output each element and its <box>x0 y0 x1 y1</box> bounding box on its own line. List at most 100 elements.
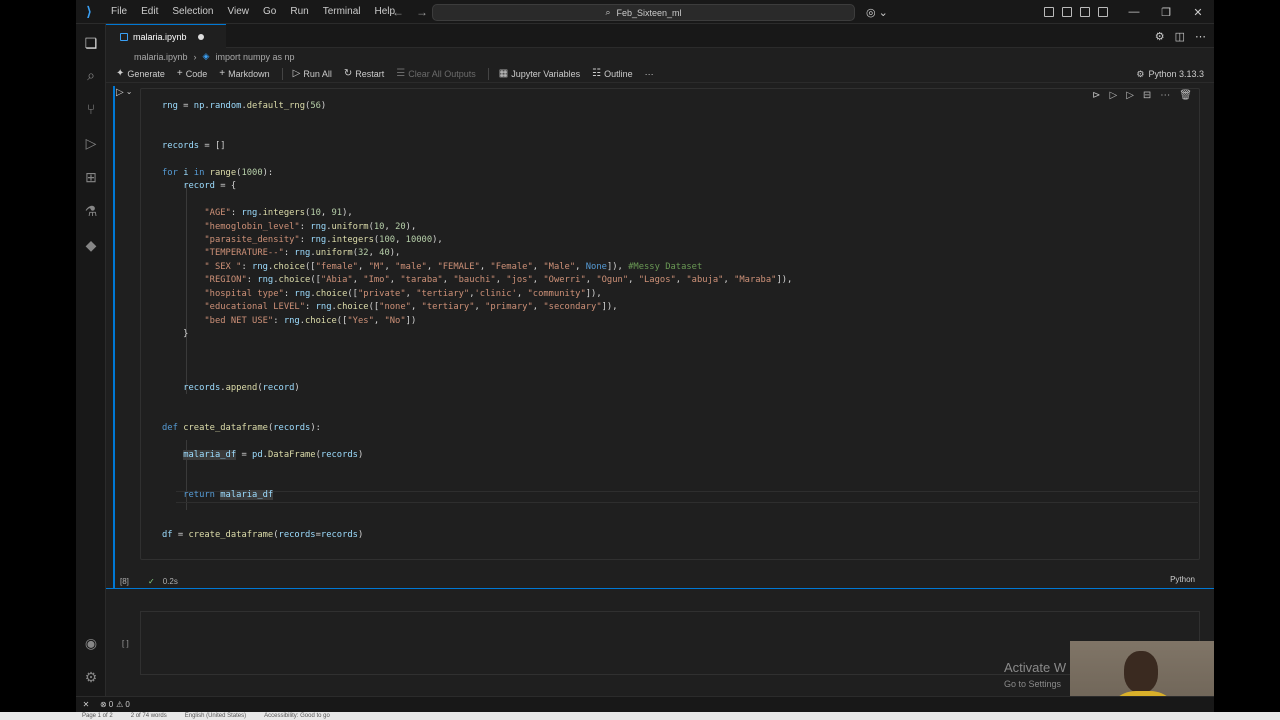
activity-bar: ❏ ⌕ ⑂ ▷ ⊞ ⚗ ◆ ◉ ⚙ <box>76 24 106 696</box>
remote-icon[interactable]: ✕ <box>76 700 96 709</box>
toolbar-divider <box>487 67 489 80</box>
toggle-secondary-sidebar-icon[interactable] <box>1080 7 1090 17</box>
delete-cell-icon[interactable]: 🗑 <box>1179 90 1192 101</box>
close-icon[interactable]: ✕ <box>1182 6 1214 19</box>
restart-label: Restart <box>355 68 385 79</box>
toggle-panel-icon[interactable] <box>1062 7 1072 17</box>
language-indicator: English (United States) <box>184 713 247 719</box>
run-debug-icon[interactable]: ▷ <box>82 134 100 152</box>
cell-language[interactable]: Python <box>1170 575 1195 584</box>
restore-icon[interactable]: ❐ <box>1150 6 1182 19</box>
kernel-picker[interactable]: ⚙ Python 3.13.3 <box>1136 65 1204 83</box>
tab-label: malaria.ipynb <box>133 31 187 42</box>
accessibility-status: Accessibility: Good to go <box>264 713 330 719</box>
customize-layout-icon[interactable] <box>1098 7 1108 17</box>
source-control-icon[interactable]: ⑂ <box>82 100 100 118</box>
unsaved-dot-icon[interactable] <box>197 33 204 40</box>
restart-kernel-button[interactable]: ↻ Restart <box>344 68 384 79</box>
search-sidebar-icon[interactable]: ⌕ <box>82 66 100 84</box>
presenter-head <box>1124 651 1158 693</box>
gear-icon[interactable]: ⚙ <box>1155 30 1165 43</box>
menu-view[interactable]: View <box>221 0 257 24</box>
split-cell-icon[interactable]: ⊟ <box>1143 90 1151 101</box>
add-markdown-cell-button[interactable]: + Markdown <box>219 68 269 79</box>
menu-file[interactable]: File <box>104 0 134 24</box>
title-bar: ⟩ File Edit Selection View Go Run Termin… <box>76 0 1214 24</box>
watermark-title: Activate W <box>1004 660 1067 675</box>
python-icon[interactable]: ◆ <box>82 236 100 254</box>
run-by-line-icon[interactable]: ⊳ <box>1092 90 1100 101</box>
outline-label: Outline <box>604 68 633 79</box>
run-all-icon: ▷ <box>292 68 301 79</box>
plus-icon: + <box>219 68 226 79</box>
cell-bottom-border <box>106 588 1214 589</box>
chevron-down-icon[interactable]: ⌄ <box>126 87 133 98</box>
execution-count: [ ] <box>122 639 129 648</box>
breadcrumb: malaria.ipynb › ◈ import numpy as np <box>106 48 1214 65</box>
restart-icon: ↻ <box>343 68 353 79</box>
clear-outputs-button[interactable]: ☰ Clear All Outputs <box>396 68 476 79</box>
kernel-label: Python 3.13.3 <box>1148 69 1204 79</box>
testing-icon[interactable]: ⚗ <box>82 202 100 220</box>
cell-toolbar: ⊳ ▷ ▷ ⊟ ⋯ 🗑 <box>1092 90 1192 101</box>
more-actions-icon[interactable]: ⋯ <box>1195 30 1206 43</box>
problems-error-icon[interactable]: ⊗ <box>100 700 107 709</box>
word-count: 2 of 74 words <box>130 713 167 719</box>
more-toolbar-button[interactable]: ··· <box>645 69 654 79</box>
split-editor-icon[interactable]: ◫ <box>1175 30 1185 43</box>
explorer-icon[interactable]: ❏ <box>82 34 100 52</box>
variables-icon: ▦ <box>498 68 509 79</box>
menu-terminal[interactable]: Terminal <box>316 0 368 24</box>
cell-status-bar: [8] ✓ 0.2s Python <box>120 575 1210 587</box>
notebook-icon <box>120 32 128 41</box>
tab-malaria-notebook[interactable]: malaria.ipynb <box>106 24 226 48</box>
add-code-cell-button[interactable]: + Code <box>177 68 207 79</box>
page-indicator: Page 1 of 2 <box>82 713 113 719</box>
menu-selection[interactable]: Selection <box>165 0 220 24</box>
editor-tabs: malaria.ipynb ⚙ ◫ ⋯ <box>106 24 1214 48</box>
breadcrumb-cell[interactable]: import numpy as np <box>215 52 294 62</box>
more-label: ··· <box>644 68 654 79</box>
code-label: Code <box>185 68 208 79</box>
execute-above-icon[interactable]: ▷ <box>1110 90 1118 101</box>
back-arrow-icon[interactable]: ← <box>392 5 404 19</box>
clear-icon: ☰ <box>396 68 406 79</box>
problems-count[interactable]: 0 <box>109 700 113 709</box>
jupyter-variables-button[interactable]: ▦ Jupyter Variables <box>499 68 580 79</box>
menu-go[interactable]: Go <box>256 0 283 24</box>
forward-arrow-icon[interactable]: → <box>416 5 428 19</box>
vscode-window: ⟩ File Edit Selection View Go Run Termin… <box>76 0 1214 720</box>
bottom-taskbar: Page 1 of 2 2 of 74 words English (Unite… <box>0 712 1280 720</box>
outline-button[interactable]: ☷ Outline <box>592 68 633 79</box>
warnings-count[interactable]: 0 <box>125 700 129 709</box>
markdown-label: Markdown <box>228 68 270 79</box>
more-cell-actions-icon[interactable]: ⋯ <box>1160 90 1170 101</box>
menu-edit[interactable]: Edit <box>134 0 165 24</box>
run-cell-icon[interactable]: ▷ <box>116 87 124 98</box>
command-center-search[interactable]: ⌕ Feb_Sixteen_ml <box>432 4 855 21</box>
run-all-button[interactable]: ▷ Run All <box>293 68 332 79</box>
code-content[interactable]: rng = np.random.default_rng(56) records … <box>162 100 792 542</box>
account-icon[interactable]: ◉ <box>82 634 100 652</box>
search-icon: ⌕ <box>605 7 611 17</box>
generate-button[interactable]: ✦ Generate <box>116 68 165 79</box>
nav-arrows: ← → <box>392 0 428 24</box>
copilot-button[interactable]: ◎ ⌄ <box>866 4 898 21</box>
breadcrumb-file[interactable]: malaria.ipynb <box>134 52 188 62</box>
activate-windows-watermark: Activate W Go to Settings <box>1004 660 1066 689</box>
minimize-icon[interactable]: — <box>1118 6 1150 18</box>
extensions-icon[interactable]: ⊞ <box>82 168 100 186</box>
execute-below-icon[interactable]: ▷ <box>1126 90 1134 101</box>
cell-code-icon: ◈ <box>202 51 210 61</box>
cell-run-control: ▷ ⌄ <box>116 87 140 98</box>
menu-run[interactable]: Run <box>283 0 315 24</box>
execution-time: 0.2s <box>162 576 178 586</box>
gear-icon[interactable]: ⚙ <box>82 668 100 686</box>
vscode-logo-icon: ⟩ <box>86 3 92 19</box>
outline-icon: ☷ <box>592 68 602 79</box>
warning-icon[interactable]: ⚠ <box>116 700 123 709</box>
status-bar: ✕ ⊗ 0 ⚠ 0 <box>76 696 1214 712</box>
toggle-primary-sidebar-icon[interactable] <box>1044 7 1054 17</box>
kernel-icon: ⚙ <box>1136 68 1145 79</box>
search-text: Feb_Sixteen_ml <box>616 7 682 18</box>
